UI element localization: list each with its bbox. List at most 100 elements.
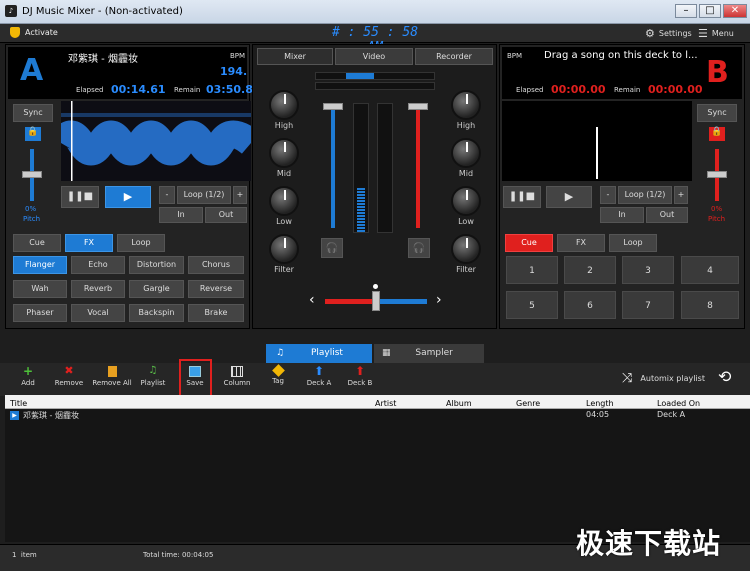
- activate-button[interactable]: Activate: [10, 27, 58, 38]
- column-title[interactable]: Title: [10, 399, 27, 408]
- tab-cue-b[interactable]: Cue: [505, 234, 553, 252]
- headphone-b-button[interactable]: 🎧: [408, 238, 430, 258]
- settings-button[interactable]: ⚙ Settings: [645, 27, 692, 40]
- deck-b-load-button[interactable]: ⬆ Deck B: [340, 365, 380, 387]
- column-genre[interactable]: Genre: [516, 399, 540, 408]
- fx-backspin[interactable]: Backspin: [129, 304, 184, 322]
- fx-reverb[interactable]: Reverb: [71, 280, 125, 298]
- fx-echo[interactable]: Echo: [71, 256, 125, 274]
- fx-distortion[interactable]: Distortion: [129, 256, 184, 274]
- fx-chorus[interactable]: Chorus: [188, 256, 244, 274]
- save-button[interactable]: Save: [175, 366, 215, 387]
- menu-button[interactable]: ☰ Menu: [698, 27, 734, 40]
- deck-b-pitch-slider[interactable]: [707, 149, 727, 201]
- tab-recorder[interactable]: Recorder: [415, 48, 493, 65]
- fx-reverse[interactable]: Reverse: [188, 280, 244, 298]
- knob-high-b[interactable]: [451, 90, 481, 120]
- pitch-slider-handle[interactable]: [22, 171, 42, 178]
- crossfader-handle[interactable]: [372, 291, 380, 311]
- column-length[interactable]: Length: [586, 399, 614, 408]
- fx-gargle[interactable]: Gargle: [129, 280, 184, 298]
- deck-b-sync-button[interactable]: Sync: [697, 104, 737, 122]
- table-row[interactable]: ▶ 邓紫琪 - 烟霾妆 04:05 Deck A: [5, 410, 750, 423]
- deck-b-in-button[interactable]: In: [600, 207, 644, 223]
- tag-button[interactable]: Tag: [258, 364, 298, 385]
- cue-pad-6[interactable]: 6: [564, 291, 616, 319]
- add-button[interactable]: + Add: [8, 365, 48, 387]
- arrow-up-blue-icon: ⬆: [313, 364, 325, 378]
- fx-brake[interactable]: Brake: [188, 304, 244, 322]
- knob-low-a[interactable]: [269, 186, 299, 216]
- column-artist[interactable]: Artist: [375, 399, 396, 408]
- deck-b-loop-button[interactable]: Loop (1/2): [618, 186, 672, 204]
- remove-all-button[interactable]: Remove All: [92, 366, 132, 387]
- deck-a-pitch-slider[interactable]: [22, 149, 42, 201]
- knob-low-b[interactable]: [451, 186, 481, 216]
- deck-b-play-button[interactable]: ▶: [546, 186, 592, 208]
- deck-a-in-button[interactable]: In: [159, 207, 203, 223]
- remove-button[interactable]: ✖ Remove: [49, 365, 89, 387]
- tab-mixer[interactable]: Mixer: [257, 48, 333, 65]
- deck-a-pause-stop-button[interactable]: ❚❚■: [61, 186, 99, 208]
- column-button[interactable]: Column: [217, 366, 257, 387]
- tab-cue[interactable]: Cue: [13, 234, 61, 252]
- channel-b-fader-handle[interactable]: [408, 103, 428, 110]
- deck-b-out-button[interactable]: Out: [646, 207, 688, 223]
- crossfader-left-arrow[interactable]: ‹: [309, 292, 315, 308]
- column-album[interactable]: Album: [446, 399, 472, 408]
- cue-pad-2[interactable]: 2: [564, 256, 616, 284]
- maximize-button[interactable]: □: [699, 4, 721, 18]
- deck-b-loop-minus[interactable]: -: [600, 186, 616, 204]
- deck-b-loop-plus[interactable]: +: [674, 186, 688, 204]
- tab-loop-b[interactable]: Loop: [609, 234, 657, 252]
- cue-pad-8[interactable]: 8: [681, 291, 739, 319]
- crossfader-track[interactable]: [325, 291, 427, 311]
- deck-a-out-button[interactable]: Out: [205, 207, 247, 223]
- deck-a-loop-plus[interactable]: +: [233, 186, 247, 204]
- deck-a-load-button[interactable]: ⬆ Deck A: [299, 364, 339, 387]
- cue-pad-5[interactable]: 5: [506, 291, 558, 319]
- playlist-button[interactable]: ♫ Playlist: [133, 366, 173, 388]
- tab-fx-b[interactable]: FX: [557, 234, 605, 252]
- knob-low-a-label: Low: [276, 217, 292, 226]
- deck-a-waveform[interactable]: [61, 101, 251, 181]
- deck-b-lock-icon[interactable]: 🔒: [709, 127, 725, 141]
- deck-a-loop-button[interactable]: Loop (1/2): [177, 186, 231, 204]
- headphone-a-button[interactable]: 🎧: [321, 238, 343, 258]
- deck-a-play-button[interactable]: ▶: [105, 186, 151, 208]
- deck-b-pitch-handle[interactable]: [707, 171, 727, 178]
- cue-pad-4[interactable]: 4: [681, 256, 739, 284]
- deck-a-sync-button[interactable]: Sync: [13, 104, 53, 122]
- cue-pad-3[interactable]: 3: [622, 256, 674, 284]
- channel-a-fader-handle[interactable]: [323, 103, 343, 110]
- tag-label: Tag: [272, 377, 284, 385]
- automix-button[interactable]: ⤨ Automix playlist: [622, 371, 705, 386]
- deck-a-loop-minus[interactable]: -: [159, 186, 175, 204]
- tab-fx[interactable]: FX: [65, 234, 113, 252]
- fx-phaser[interactable]: Phaser: [13, 304, 67, 322]
- knob-mid-b[interactable]: [451, 138, 481, 168]
- cue-pad-1[interactable]: 1: [506, 256, 558, 284]
- crossfader-right-arrow[interactable]: ›: [436, 292, 442, 308]
- channel-a-fader[interactable]: [323, 103, 343, 228]
- knob-mid-a[interactable]: [269, 138, 299, 168]
- fx-flanger[interactable]: Flanger: [13, 256, 67, 274]
- deck-a-lock-icon[interactable]: 🔒: [25, 127, 41, 141]
- repeat-icon[interactable]: ⟲: [718, 367, 731, 386]
- tab-sampler[interactable]: ▦ Sampler: [374, 344, 484, 363]
- knob-filter-b[interactable]: [451, 234, 481, 264]
- minimize-button[interactable]: –: [675, 4, 697, 18]
- deck-b-waveform[interactable]: [502, 101, 692, 181]
- channel-b-fader[interactable]: [408, 103, 428, 228]
- knob-high-a[interactable]: [269, 90, 299, 120]
- cue-pad-7[interactable]: 7: [622, 291, 674, 319]
- fx-wah[interactable]: Wah: [13, 280, 67, 298]
- tab-video[interactable]: Video: [335, 48, 413, 65]
- knob-filter-a[interactable]: [269, 234, 299, 264]
- column-loaded-on[interactable]: Loaded On: [657, 399, 700, 408]
- tab-playlist[interactable]: ♫ Playlist: [266, 344, 372, 363]
- fx-vocal[interactable]: Vocal: [71, 304, 125, 322]
- deck-b-pause-stop-button[interactable]: ❚❚■: [503, 186, 541, 208]
- tab-loop[interactable]: Loop: [117, 234, 165, 252]
- close-button[interactable]: ✕: [723, 4, 747, 18]
